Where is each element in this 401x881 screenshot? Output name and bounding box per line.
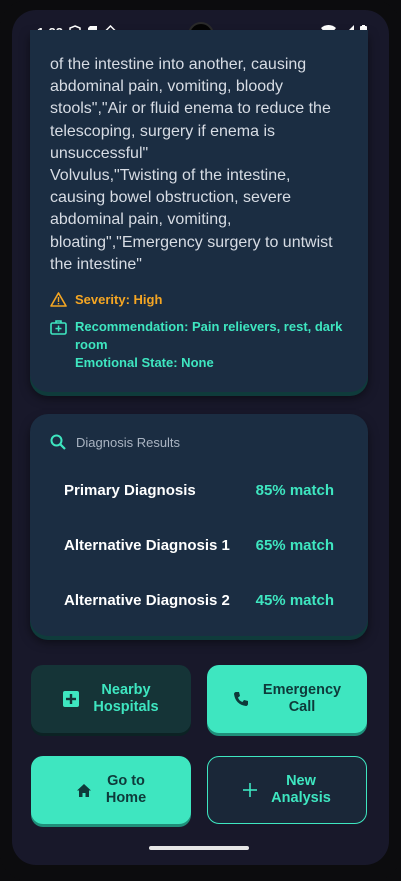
emergency-call-button[interactable]: Emergency Call — [207, 665, 367, 733]
nearby-hospitals-label: Nearby Hospitals — [93, 682, 159, 715]
diagnosis-name: Primary Diagnosis — [64, 482, 196, 499]
go-to-home-label: Go to Home — [105, 773, 147, 806]
diagnosis-match: 85% match — [255, 482, 334, 499]
phone-frame: 1:22 of the intestine into another, caus… — [0, 0, 401, 881]
recommendation-row: Recommendation: Pain relievers, rest, da… — [50, 318, 345, 372]
results-title: Diagnosis Results — [76, 434, 181, 450]
diagnosis-row-primary[interactable]: Primary Diagnosis 85% match — [64, 482, 334, 499]
diagnosis-match: 65% match — [255, 537, 334, 554]
go-to-home-button[interactable]: Go to Home — [31, 756, 191, 824]
new-analysis-label: New Analysis — [271, 773, 331, 806]
nearby-hospitals-button[interactable]: Nearby Hospitals — [31, 665, 191, 733]
plus-icon — [243, 783, 258, 797]
results-header: Diagnosis Results — [50, 434, 180, 450]
app-screen: 1:22 of the intestine into another, caus… — [12, 10, 389, 865]
diagnosis-name: Alternative Diagnosis 2 — [64, 592, 230, 609]
diagnosis-name: Alternative Diagnosis 1 — [64, 537, 230, 554]
condition-description: of the intestine into another, causing a… — [50, 56, 333, 273]
home-gesture-bar[interactable] — [149, 846, 249, 850]
condition-details-card: of the intestine into another, causing a… — [30, 30, 368, 392]
home-icon — [76, 783, 91, 797]
diagnosis-match: 45% match — [255, 592, 334, 609]
search-icon — [50, 434, 66, 450]
hospital-plus-icon — [63, 691, 80, 707]
emotional-state-label: Emotional State: None — [75, 355, 214, 370]
phone-icon — [233, 692, 248, 706]
warning-icon — [50, 292, 67, 307]
emergency-call-label: Emergency Call — [262, 682, 342, 715]
diagnosis-row-alt-1[interactable]: Alternative Diagnosis 1 65% match — [64, 537, 334, 554]
diagnosis-row-alt-2[interactable]: Alternative Diagnosis 2 45% match — [64, 592, 334, 609]
recommendation-label: Recommendation: Pain relievers, rest, da… — [75, 319, 343, 352]
diagnosis-results-card: Diagnosis Results Primary Diagnosis 85% … — [30, 414, 368, 636]
new-analysis-button[interactable]: New Analysis — [207, 756, 367, 824]
medical-kit-icon — [50, 320, 67, 335]
severity-label: Severity: High — [75, 292, 163, 307]
severity-row: Severity: High — [50, 292, 162, 307]
